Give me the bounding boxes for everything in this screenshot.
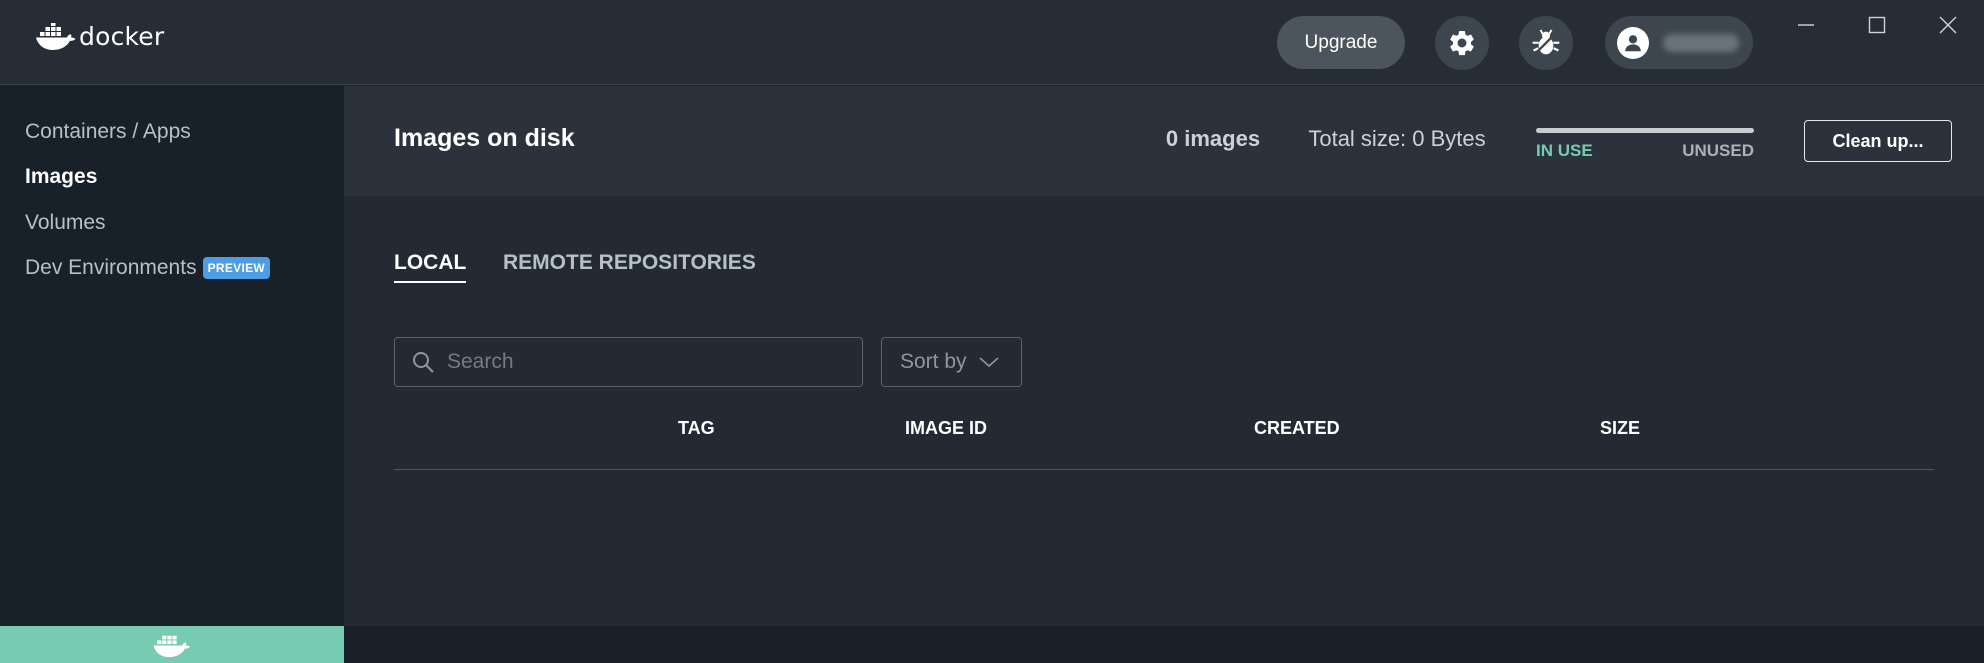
sidebar-item-label: Dev Environments [25,256,197,279]
docker-logo: docker [36,22,164,51]
docker-engine-status-bar[interactable] [0,626,344,663]
minimize-icon [1798,24,1814,26]
images-header: Images on disk 0 images Total size: 0 By… [344,86,1984,196]
settings-button[interactable] [1435,16,1489,70]
chevron-down-icon [978,357,999,368]
sidebar-item-label: Volumes [25,211,106,234]
sort-by-dropdown[interactable]: Sort by [881,337,1022,387]
docker-whale-icon [153,635,191,657]
image-count: 0 images [1165,126,1261,151]
sidebar-item-dev-environments[interactable]: Dev Environments PREVIEW [25,256,271,280]
sidebar-item-containers-apps[interactable]: Containers / Apps [25,120,191,144]
preview-badge: PREVIEW [202,257,271,279]
column-header-size[interactable]: SIZE [1600,418,1640,439]
search-box[interactable] [394,337,863,387]
brand-name: docker [79,22,165,51]
bug-icon [1532,29,1560,55]
close-icon [1939,16,1957,34]
avatar [1617,26,1649,59]
sidebar-item-label: Containers / Apps [25,120,191,143]
usage-unused-label: UNUSED [1682,141,1754,160]
window-maximize-button[interactable] [1854,10,1900,40]
tab-remote-repositories[interactable]: REMOTE REPOSITORIES [503,251,756,281]
maximize-icon [1868,16,1886,34]
troubleshoot-button[interactable] [1519,16,1573,70]
tab-local[interactable]: LOCAL [394,251,467,283]
bottom-bar [344,626,1984,663]
table-divider [394,469,1934,470]
sidebar-item-label: Images [25,165,98,188]
clean-up-button[interactable]: Clean up... [1804,120,1952,162]
column-header-created[interactable]: CREATED [1254,418,1340,439]
sidebar: Containers / Apps Images Volumes Dev Env… [0,86,344,626]
sidebar-item-images[interactable]: Images [25,165,97,189]
account-button[interactable] [1605,16,1753,69]
search-input[interactable] [447,350,847,374]
window-minimize-button[interactable] [1783,10,1829,40]
sort-by-label: Sort by [900,350,967,373]
page-title: Images on disk [394,124,575,152]
docker-whale-icon [36,22,76,50]
user-icon [1625,34,1641,51]
column-header-tag[interactable]: TAG [678,418,715,439]
window-close-button[interactable] [1925,10,1971,40]
disk-usage-bar [1536,128,1754,133]
usage-in-use-label: IN USE [1536,141,1593,160]
sidebar-item-volumes[interactable]: Volumes [25,211,106,235]
upgrade-button[interactable]: Upgrade [1277,16,1405,69]
images-panel: LOCAL REMOTE REPOSITORIES Sort by TAG IM… [344,196,1984,626]
column-header-image-id[interactable]: IMAGE ID [905,418,987,439]
gear-icon [1450,30,1474,56]
search-icon [413,352,434,373]
title-bar: docker Upgrade [0,0,1984,85]
total-size: Total size: 0 Bytes [1308,126,1486,151]
username-redacted [1663,33,1739,52]
